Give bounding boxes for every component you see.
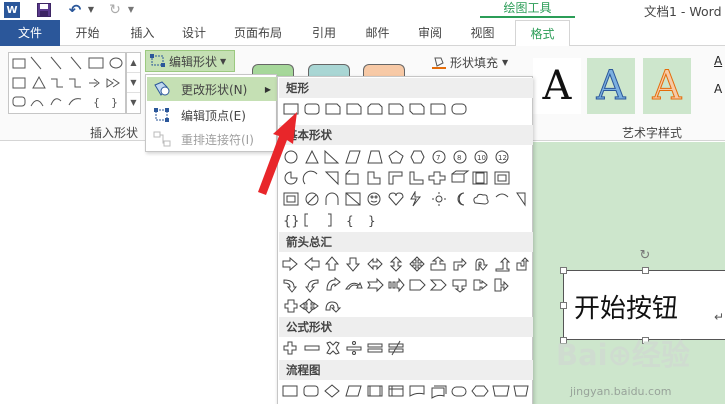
gallery-up-icon[interactable]: ▲	[127, 53, 140, 73]
svg-text:8: 8	[457, 154, 461, 162]
tab-references[interactable]: 引用	[298, 20, 350, 46]
shape-row[interactable]	[280, 298, 530, 316]
gallery-more-icon[interactable]: ▼	[127, 93, 140, 113]
tab-insert[interactable]: 插入	[115, 20, 170, 46]
reroute-connectors-icon	[153, 131, 171, 147]
gallery-down-icon[interactable]: ▼	[127, 73, 140, 93]
shape-row[interactable]	[280, 191, 530, 209]
tab-home[interactable]: 开始	[60, 20, 115, 46]
shape-fill-button[interactable]: 形状填充 ▼	[432, 52, 508, 72]
reroute-connectors-label: 重排连接符(I)	[181, 132, 254, 147]
edit-shape-button[interactable]: 编辑形状 ▼	[145, 50, 235, 72]
tab-file[interactable]: 文件	[0, 20, 60, 46]
tab-mailings[interactable]: 邮件	[350, 20, 405, 46]
edit-shape-icon	[150, 54, 165, 67]
shape-row[interactable]: 7 8 10 12	[280, 149, 530, 167]
paint-bucket-icon	[432, 57, 446, 69]
wordart-gallery[interactable]: A A A	[533, 56, 708, 116]
insert-shapes-gallery[interactable]: { }	[8, 52, 126, 114]
tab-design[interactable]: 设计	[170, 20, 218, 46]
change-shape-label: 更改形状(N)	[181, 82, 248, 97]
save-icon[interactable]	[36, 1, 52, 18]
word-logo-icon: W	[4, 2, 20, 18]
chevron-down-icon: ▼	[220, 56, 227, 66]
rotate-handle-icon[interactable]: ↻	[638, 249, 652, 263]
edit-points-icon	[154, 108, 169, 122]
shape-text[interactable]: 开始按钮	[574, 288, 678, 325]
insert-shapes-group-label: 插入形状	[90, 126, 139, 140]
svg-text:7: 7	[436, 154, 440, 162]
shape-row[interactable]	[280, 101, 530, 119]
ribbon-tabs: 文件 开始 插入 设计 页面布局 引用 邮件 审阅 视图 格式	[0, 20, 725, 47]
svg-text:}: }	[111, 96, 118, 109]
chevron-down-icon: ▼	[502, 57, 509, 67]
category-basic-shapes: 基本形状	[279, 125, 533, 145]
shape-row[interactable]	[280, 383, 530, 401]
tab-review[interactable]: 审阅	[405, 20, 455, 46]
shape-row[interactable]	[280, 256, 530, 274]
shape-row[interactable]	[280, 340, 530, 358]
tab-page-layout[interactable]: 页面布局	[218, 20, 298, 46]
wordart-style-blue[interactable]: A	[587, 58, 635, 114]
svg-text:}: }	[368, 214, 376, 228]
resize-handle[interactable]	[560, 267, 567, 274]
watermark-logo: Bai⊕经验	[556, 338, 690, 372]
category-rectangles: 矩形	[279, 78, 533, 98]
category-equation-shapes: 公式形状	[279, 317, 533, 337]
text-outline-button[interactable]: A	[714, 82, 725, 96]
svg-text:{: {	[93, 96, 100, 109]
resize-handle[interactable]	[560, 302, 567, 309]
text-effects-column[interactable]: A A	[714, 54, 725, 114]
wordart-style-orange[interactable]: A	[643, 58, 691, 114]
svg-text:12: 12	[498, 154, 507, 162]
svg-text:{: {	[346, 214, 354, 228]
annotation-arrow-icon	[258, 112, 297, 195]
tab-format[interactable]: 格式	[515, 20, 570, 47]
category-block-arrows: 箭头总汇	[279, 232, 533, 252]
drawing-tools-band: 绘图工具	[480, 0, 575, 18]
undo-icon[interactable]: ↶	[66, 1, 84, 19]
change-shape-icon	[154, 81, 170, 96]
shape-row[interactable]	[280, 277, 530, 295]
qat-customize-icon[interactable]: ▼	[126, 1, 136, 18]
svg-text:{}: {}	[283, 214, 300, 228]
window-title: 文档1 - Word	[644, 4, 722, 19]
watermark-site: jingyan.baidu.com	[570, 385, 672, 398]
gallery-scroll[interactable]: ▲ ▼ ▼	[126, 52, 141, 114]
submenu-arrow-icon: ▶	[264, 84, 271, 94]
title-bar: W ↶ ▼ ↻ ▼ 绘图工具 文档1 - Word	[0, 0, 725, 20]
wordart-group-label: 艺术字样式	[622, 126, 683, 140]
shape-textbox-icon	[12, 58, 26, 69]
category-flowchart: 流程图	[279, 360, 533, 380]
shape-fill-label: 形状填充	[450, 55, 499, 70]
text-fill-button[interactable]: A	[714, 54, 725, 68]
change-shape-item[interactable]: 更改形状(N) ▶	[147, 77, 277, 101]
paragraph-mark: ↵	[714, 310, 725, 324]
redo-icon[interactable]: ↻	[107, 1, 123, 18]
change-shape-gallery: 矩形 基本形状 7 8 10 12 {} {} 箭头总汇 公式形状 流程图	[277, 76, 533, 404]
edit-shape-label: 编辑形状	[169, 54, 218, 69]
tab-view[interactable]: 视图	[455, 20, 510, 46]
edit-points-label: 编辑顶点(E)	[181, 108, 246, 123]
shape-row[interactable]	[280, 170, 530, 188]
svg-text:10: 10	[477, 154, 486, 162]
shape-row[interactable]: {} { }	[280, 212, 530, 230]
wordart-style-black[interactable]: A	[533, 58, 581, 114]
resize-handle[interactable]	[642, 267, 649, 274]
undo-dropdown-icon[interactable]: ▼	[86, 1, 96, 18]
